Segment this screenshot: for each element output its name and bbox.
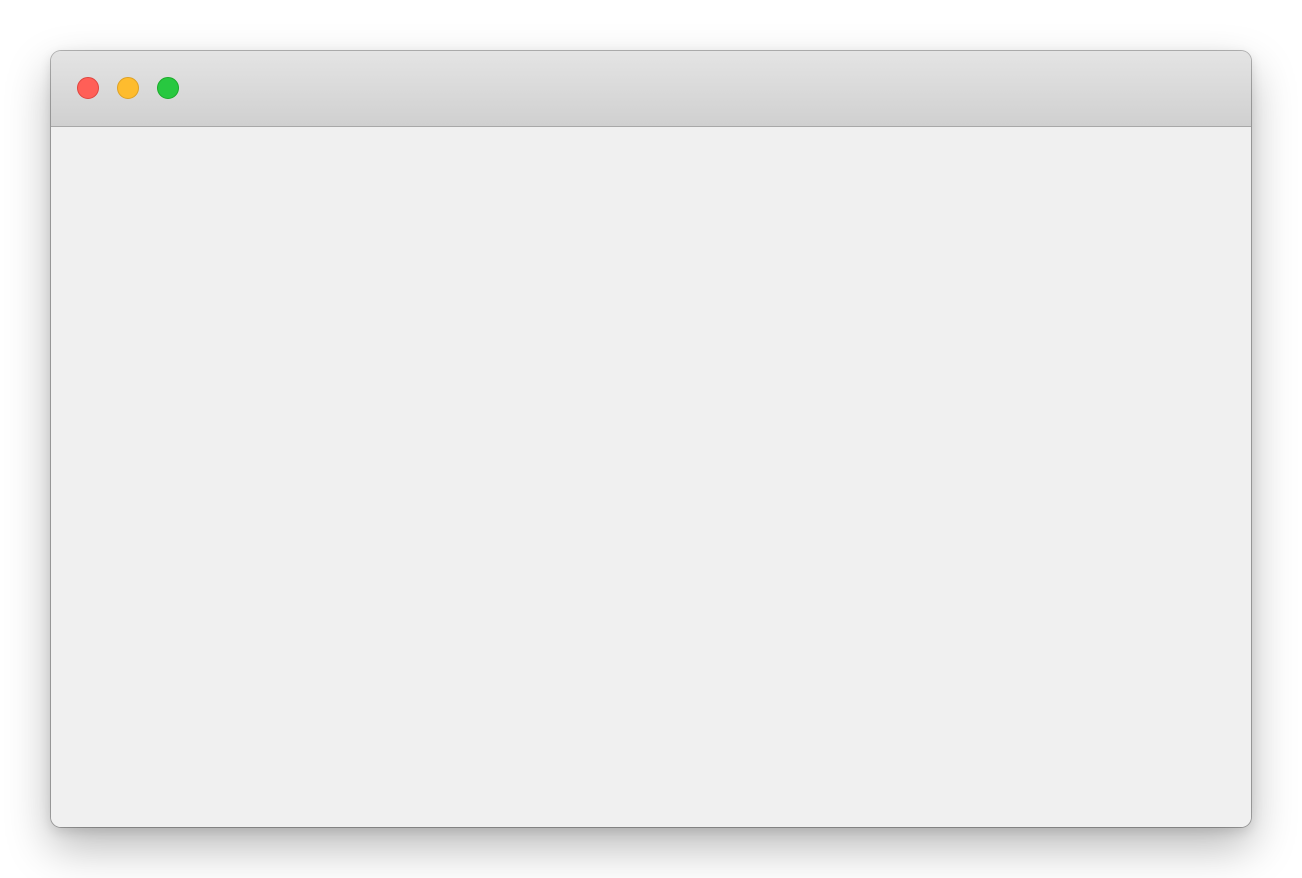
app-window: [51, 51, 1251, 827]
maximize-button[interactable]: [157, 77, 179, 99]
window-content: [51, 127, 1251, 827]
window-titlebar[interactable]: [51, 51, 1251, 127]
minimize-button[interactable]: [117, 77, 139, 99]
close-button[interactable]: [77, 77, 99, 99]
